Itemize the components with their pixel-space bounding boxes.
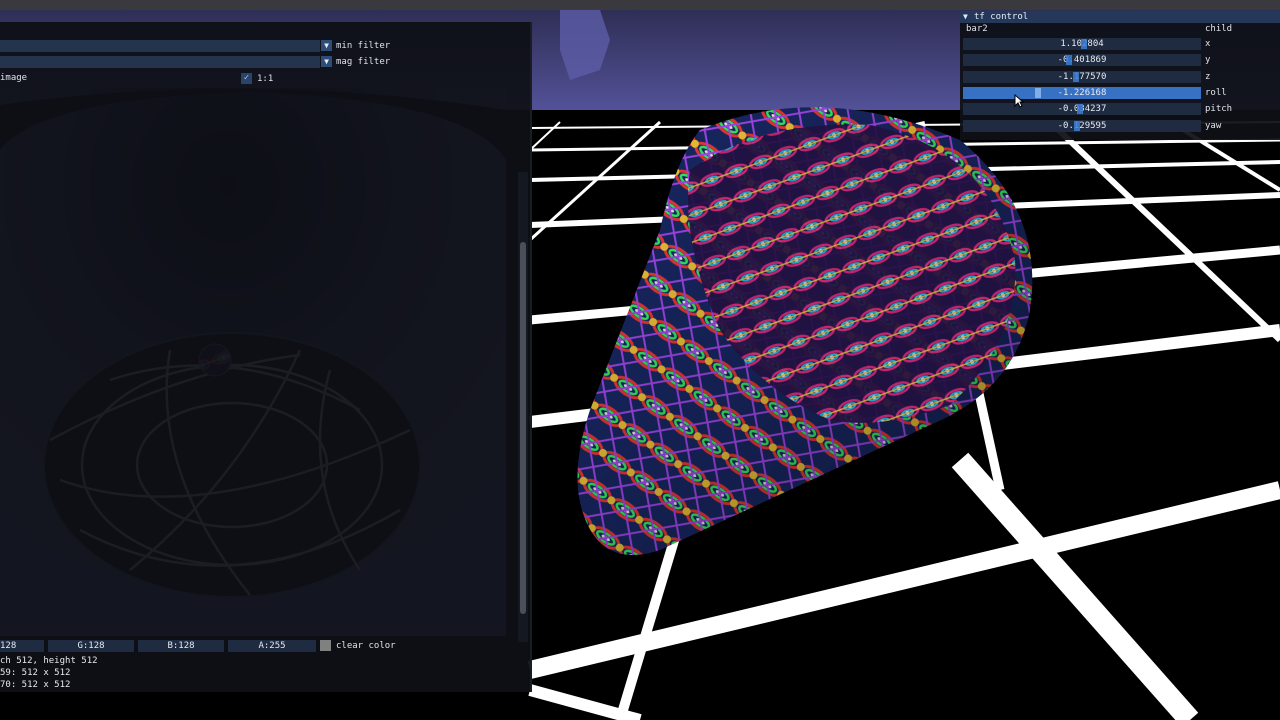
tf-field-roll[interactable]: -1.226168 <box>963 87 1201 99</box>
chevron-down-icon[interactable]: ▼ <box>963 11 968 23</box>
tf-field-z[interactable]: -1.177570 <box>963 71 1201 83</box>
tf-field-y[interactable]: -0.401869 <box>963 54 1201 66</box>
texture-info-line: 59: 512 x 512 <box>0 668 71 678</box>
mag-filter-label: mag filter <box>336 57 391 67</box>
checkmark-icon[interactable]: ✓ <box>241 73 252 84</box>
texture-info-line: ch 512, height 512 <box>0 656 98 666</box>
top-bar <box>0 0 1280 10</box>
drag-caret <box>1073 72 1079 82</box>
image-label: image <box>0 73 28 83</box>
scrollbar-thumb[interactable] <box>520 242 526 614</box>
drag-caret <box>1077 104 1083 114</box>
tf-field-yaw[interactable]: -0.129595 <box>963 120 1201 132</box>
drag-caret <box>1035 88 1041 98</box>
one-to-one-label: 1:1 <box>257 74 274 84</box>
tf-field-pitch-label: pitch <box>1205 104 1233 114</box>
drag-caret <box>1081 39 1087 49</box>
tf-field-roll-label: roll <box>1205 88 1227 98</box>
tf-target-value[interactable]: bar2 <box>966 24 988 34</box>
cursor-arrow-icon <box>1014 94 1024 108</box>
clear-color-r-field[interactable]: 128 <box>0 640 44 652</box>
tf-field-yaw-label: yaw <box>1205 121 1222 131</box>
chevron-down-icon[interactable]: ▼ <box>321 40 332 51</box>
min-filter-label: min filter <box>336 41 391 51</box>
tf-target-label: child <box>1205 24 1233 34</box>
clear-color-g-field[interactable]: G:128 <box>48 640 134 652</box>
min-filter-combo[interactable] <box>0 40 320 52</box>
mag-filter-combo[interactable] <box>0 56 320 68</box>
tf-control-title: tf control <box>974 12 1029 22</box>
tf-field-y-label: y <box>1205 55 1211 65</box>
tf-control-header[interactable]: ▼ tf control <box>960 11 1280 23</box>
chevron-down-icon[interactable]: ▼ <box>321 56 332 67</box>
tf-control-window: bar2 child 1.102804 x -0.401869 y -1.177… <box>960 23 1280 140</box>
clear-color-label: clear color <box>336 641 396 651</box>
clear-color-a-field[interactable]: A:255 <box>228 640 316 652</box>
tf-field-z-label: z <box>1205 72 1211 82</box>
texture-info-line: 70: 512 x 512 <box>0 680 71 690</box>
texture-viewer-window: ▼ min filter ▼ mag filter image ✓ 1:1 12… <box>0 22 532 692</box>
drag-caret <box>1074 121 1080 131</box>
clear-color-swatch[interactable] <box>320 640 331 651</box>
clear-color-b-field[interactable]: B:128 <box>138 640 224 652</box>
drag-caret <box>1066 55 1072 65</box>
tf-field-x-label: x <box>1205 39 1211 49</box>
